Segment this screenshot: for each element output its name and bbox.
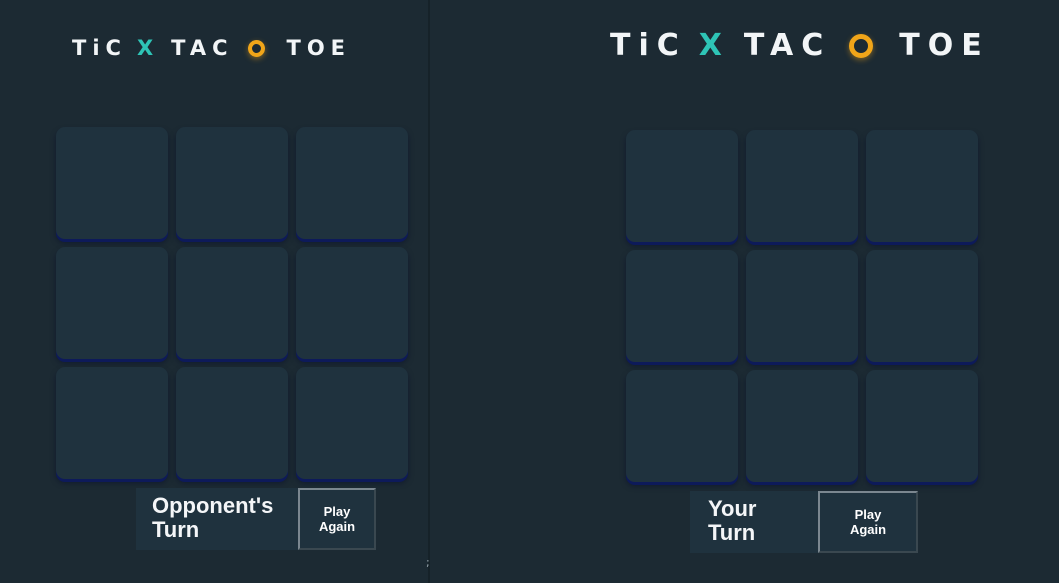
board-cell-2[interactable] [746,130,858,242]
right-game-window: TiC X TAC TOE Your Turn Play Again [430,0,1059,583]
left-game-window: TiC X TAC TOE Opponent's Turn Play Again [0,0,428,583]
title-word-toe: TOE [899,28,990,63]
title-word-toe: TOE [286,36,352,60]
board-cell-2[interactable] [176,127,288,239]
play-again-button[interactable]: Play Again [298,488,376,550]
title-word-tac: TAC [171,36,234,60]
game-board [56,127,408,479]
board-cell-9[interactable] [866,370,978,482]
title-word-tic: TiC [610,28,687,63]
turn-status: Your Turn [708,496,757,545]
title-x-icon: X [136,36,160,60]
board-cell-1[interactable] [56,127,168,239]
board-cell-8[interactable] [746,370,858,482]
status-bar: Opponent's Turn Play Again [136,488,376,550]
play-again-button[interactable]: Play Again [818,491,918,553]
board-cell-4[interactable] [626,250,738,362]
title-word-tic: TiC [72,36,127,60]
board-cell-9[interactable] [296,367,408,479]
board-cell-3[interactable] [296,127,408,239]
board-cell-4[interactable] [56,247,168,359]
status-bar: Your Turn Play Again [690,491,918,553]
title-o-icon [247,39,265,57]
game-title: TiC X TAC TOE [610,28,990,63]
game-board [626,130,978,482]
board-cell-6[interactable] [866,250,978,362]
board-cell-7[interactable] [56,367,168,479]
board-cell-7[interactable] [626,370,738,482]
game-title: TiC X TAC TOE [72,36,351,60]
board-cell-5[interactable] [746,250,858,362]
board-cell-8[interactable] [176,367,288,479]
board-cell-5[interactable] [176,247,288,359]
turn-status: Opponent's Turn [152,493,274,542]
board-cell-3[interactable] [866,130,978,242]
title-word-tac: TAC [743,28,832,63]
board-cell-1[interactable] [626,130,738,242]
title-x-icon: X [698,28,730,63]
board-cell-6[interactable] [296,247,408,359]
title-o-icon [849,33,874,58]
